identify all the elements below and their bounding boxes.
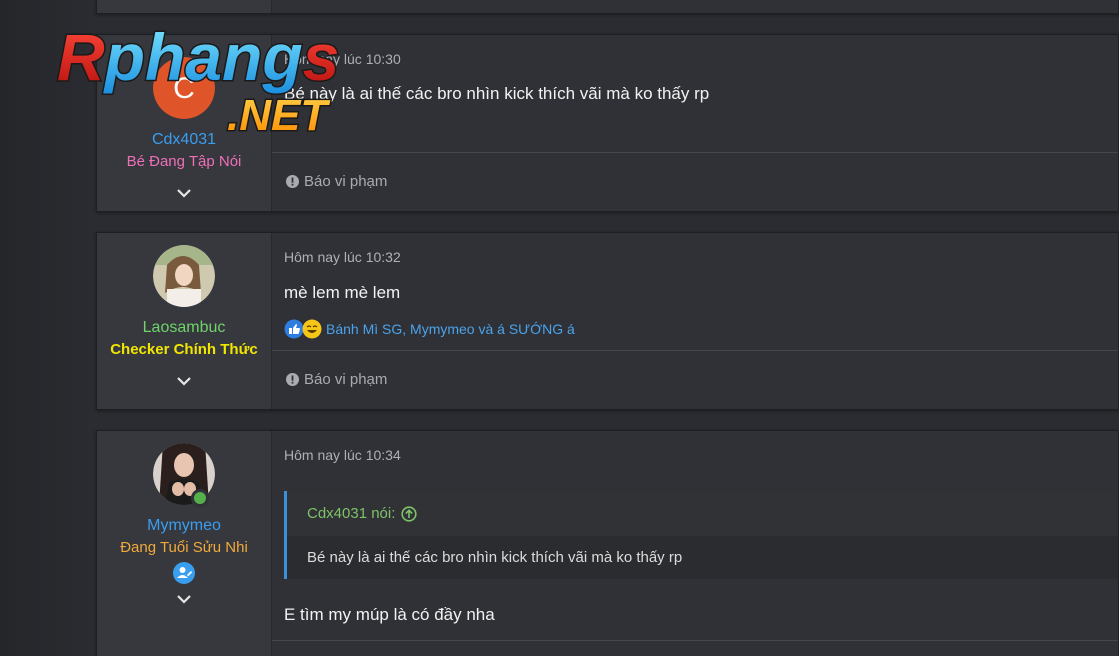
- exclamation-circle-icon: [286, 175, 299, 188]
- user-title: Checker Chính Thức: [110, 341, 258, 358]
- like-reaction-icon: [284, 319, 304, 339]
- online-status-icon: [191, 489, 209, 507]
- divider: [272, 152, 1118, 153]
- laugh-reaction-icon: [302, 319, 322, 339]
- post-2: Laosambuc Checker Chính Thức Hôm nay lúc…: [96, 232, 1119, 410]
- divider: [272, 640, 1118, 641]
- exclamation-circle-icon: [286, 373, 299, 386]
- staff-badge-icon: [173, 562, 195, 584]
- post-timestamp[interactable]: Hôm nay lúc 10:34: [284, 447, 401, 463]
- arrow-up-circle-icon[interactable]: [401, 505, 418, 522]
- post-partial-top: [96, 0, 1119, 14]
- quote-header[interactable]: Cdx4031 nói:: [287, 491, 1118, 536]
- avatar[interactable]: [153, 245, 215, 307]
- post-user-column: Laosambuc Checker Chính Thức: [97, 233, 272, 409]
- report-label: Báo vi phạm: [304, 371, 388, 388]
- post-message-column: [272, 0, 1118, 13]
- site-logo-watermark: Rphangs .NET: [56, 19, 341, 139]
- username[interactable]: Mymymeo: [147, 517, 221, 535]
- post-user-column: Mymymeo Đang Tuổi Sửu Nhi: [97, 431, 272, 656]
- avatar-photo-icon: [153, 245, 215, 307]
- post-message: mè lem mè lem: [284, 283, 401, 302]
- quote-text: Bé này là ai thế các bro nhìn kick thích…: [287, 536, 1118, 579]
- post-message-column: Hôm nay lúc 10:32 mè lem mè lem Bánh Mì …: [272, 233, 1118, 409]
- post-message: E tìm my múp là có đầy nha: [284, 605, 495, 624]
- divider: [272, 350, 1118, 351]
- chevron-down-icon[interactable]: [175, 590, 193, 608]
- logo-line2: .NET: [227, 91, 330, 138]
- post-user-column: [97, 0, 272, 13]
- reaction-icons: [284, 319, 322, 339]
- report-label: Báo vi phạm: [304, 173, 388, 190]
- chevron-down-icon[interactable]: [175, 372, 193, 390]
- logo-line1: Rphangs: [57, 20, 339, 94]
- reactions-text[interactable]: Bánh Mì SG, Mymymeo và á SƯỚNG á: [326, 321, 575, 337]
- username[interactable]: Laosambuc: [143, 319, 226, 337]
- report-link[interactable]: Báo vi phạm: [286, 371, 387, 388]
- chevron-down-icon[interactable]: [175, 184, 193, 202]
- post-timestamp[interactable]: Hôm nay lúc 10:32: [284, 249, 401, 265]
- quote-author[interactable]: Cdx4031 nói:: [307, 505, 395, 522]
- user-title: Bé Đang Tập Nói: [126, 153, 242, 170]
- post-message-column: Hôm nay lúc 10:30 Bé này là ai thế các b…: [272, 35, 1118, 211]
- post-message-column: Hôm nay lúc 10:34 Cdx4031 nói: Bé này là…: [272, 431, 1118, 656]
- post-3: Mymymeo Đang Tuổi Sửu Nhi Hôm nay lúc 10…: [96, 430, 1119, 656]
- avatar[interactable]: [153, 443, 215, 507]
- quote-block: Cdx4031 nói: Bé này là ai thế các bro nh…: [284, 491, 1118, 579]
- user-title: Đang Tuổi Sửu Nhi: [120, 539, 248, 556]
- report-link[interactable]: Báo vi phạm: [286, 173, 387, 190]
- reactions-bar[interactable]: Bánh Mì SG, Mymymeo và á SƯỚNG á: [284, 319, 575, 339]
